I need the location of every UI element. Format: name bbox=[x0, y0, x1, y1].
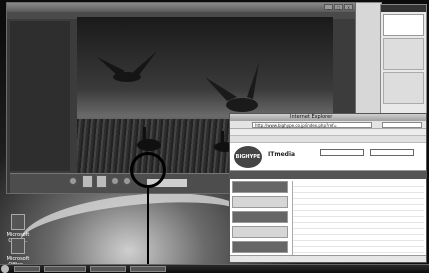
taskbar-item[interactable] bbox=[14, 266, 40, 272]
ie-address-bar[interactable]: http://www.bighype.co.jp/index.php?ref= bbox=[230, 121, 426, 129]
gadget-ad-1[interactable] bbox=[383, 38, 424, 70]
site-header: BIGHYPE ITmedia bbox=[230, 143, 426, 171]
callout-line bbox=[147, 188, 149, 273]
minimize-button[interactable]: _ bbox=[324, 4, 333, 10]
player-titlebar[interactable]: _ □ × bbox=[7, 3, 355, 12]
site-left-column bbox=[232, 181, 288, 262]
document-icon bbox=[11, 214, 25, 230]
duck-standing bbox=[137, 127, 236, 152]
ie-favorites-bar[interactable] bbox=[230, 129, 426, 136]
site-button-2[interactable] bbox=[370, 149, 414, 156]
site-button-1[interactable] bbox=[320, 149, 364, 156]
maximize-button[interactable]: □ bbox=[334, 4, 343, 10]
gadget-logo[interactable] bbox=[383, 14, 424, 36]
url-input[interactable]: http://www.bighype.co.jp/index.php?ref= bbox=[252, 122, 372, 128]
play-button[interactable] bbox=[96, 175, 107, 188]
ie-status-bar bbox=[230, 255, 426, 262]
site-left-block[interactable] bbox=[232, 196, 288, 208]
search-input[interactable] bbox=[382, 122, 422, 128]
volume-button[interactable] bbox=[123, 177, 131, 185]
taskbar-item[interactable] bbox=[90, 266, 126, 272]
close-button[interactable]: × bbox=[344, 4, 353, 10]
start-button[interactable] bbox=[1, 265, 9, 273]
ie-command-bar[interactable] bbox=[230, 136, 426, 143]
duck-flying-right bbox=[205, 62, 259, 112]
site-main-list[interactable] bbox=[292, 181, 424, 262]
taskbar-item[interactable] bbox=[130, 266, 166, 272]
site-logo[interactable]: BIGHYPE bbox=[234, 146, 262, 168]
site-content bbox=[230, 179, 426, 262]
ie-titlebar[interactable]: Internet Explorer bbox=[230, 114, 426, 121]
taskbar-item[interactable] bbox=[44, 266, 86, 272]
stop-button[interactable] bbox=[82, 175, 93, 188]
site-name[interactable]: ITmedia bbox=[268, 151, 295, 158]
document-icon bbox=[11, 238, 25, 254]
gadget-ad-2[interactable] bbox=[383, 72, 424, 104]
forward-button[interactable] bbox=[111, 177, 119, 185]
duck-flying-left bbox=[97, 51, 157, 82]
site-left-block[interactable] bbox=[232, 226, 288, 238]
gadget-header bbox=[381, 5, 426, 12]
site-left-block[interactable] bbox=[232, 211, 288, 223]
site-left-block[interactable] bbox=[232, 241, 288, 253]
system-tray-clock bbox=[397, 266, 427, 272]
rewind-button[interactable] bbox=[69, 177, 77, 185]
site-nav-tabs[interactable] bbox=[230, 171, 426, 179]
callout-circle bbox=[130, 152, 166, 188]
wallpaper-wave bbox=[16, 183, 254, 273]
site-left-block[interactable] bbox=[232, 181, 288, 193]
ie-window[interactable]: Internet Explorer http://www.bighype.co.… bbox=[229, 113, 427, 263]
taskbar bbox=[0, 264, 429, 273]
player-playlist-panel[interactable] bbox=[10, 21, 70, 171]
